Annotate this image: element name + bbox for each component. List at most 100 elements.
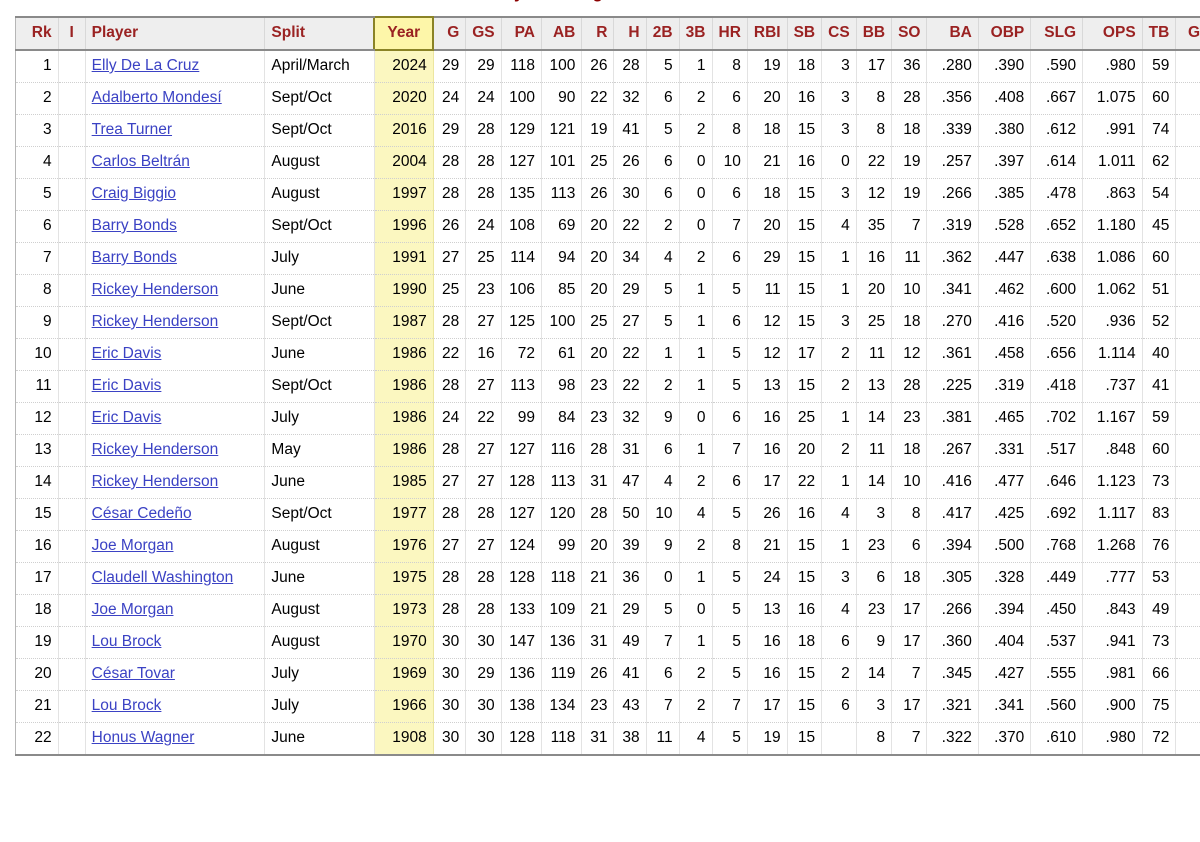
- column-header-sb[interactable]: SB: [787, 16, 823, 51]
- column-header-tb[interactable]: TB: [1142, 16, 1177, 51]
- player-link[interactable]: Rickey Henderson: [92, 473, 219, 490]
- player-link[interactable]: César Cedeño: [92, 505, 192, 522]
- cell-year: 1966: [373, 690, 434, 723]
- player-link[interactable]: Carlos Beltrán: [92, 153, 190, 170]
- column-header-split[interactable]: Split: [264, 16, 375, 51]
- column-header-2b[interactable]: 2B: [646, 16, 680, 51]
- cell-ops: 1.268: [1082, 530, 1143, 563]
- cell-rbi: 20: [747, 210, 788, 243]
- cell-tb: 73: [1142, 466, 1177, 499]
- player-link[interactable]: Barry Bonds: [92, 249, 177, 266]
- cell-tb: 60: [1142, 434, 1177, 467]
- player-link[interactable]: Eric Davis: [92, 409, 162, 426]
- cell-clipped: [1175, 722, 1200, 756]
- player-link[interactable]: Rickey Henderson: [92, 281, 219, 298]
- player-link[interactable]: Eric Davis: [92, 345, 162, 362]
- column-header-ba[interactable]: BA: [926, 16, 979, 51]
- player-link[interactable]: Honus Wagner: [92, 729, 195, 746]
- column-header-3b[interactable]: 3B: [679, 16, 713, 51]
- column-header-cs[interactable]: CS: [821, 16, 857, 51]
- column-header-bb[interactable]: BB: [856, 16, 893, 51]
- cell-sb: 18: [787, 626, 823, 659]
- cell-clipped: [1175, 434, 1200, 467]
- cell-h: 27: [613, 306, 647, 339]
- cell-2b: 2: [646, 210, 680, 243]
- player-link[interactable]: Barry Bonds: [92, 217, 177, 234]
- cell-hr: 7: [712, 210, 748, 243]
- cell-obp: .416: [978, 306, 1032, 339]
- cell-3b: 1: [679, 434, 713, 467]
- column-header-obp[interactable]: OBP: [978, 16, 1032, 51]
- column-header-i[interactable]: I: [58, 16, 86, 51]
- cell-ops: .980: [1082, 722, 1143, 756]
- cell-ab: 113: [541, 466, 583, 499]
- player-cell: César Cedeño: [85, 498, 266, 531]
- cell-slg: .667: [1030, 82, 1084, 115]
- cell-gs: 25: [465, 242, 502, 275]
- column-header-year[interactable]: Year: [373, 16, 435, 51]
- cell-tb: 49: [1142, 594, 1177, 627]
- cell-cs: [821, 722, 857, 756]
- column-header-pa[interactable]: PA: [501, 16, 543, 51]
- cell-slg: .610: [1030, 722, 1084, 756]
- column-header-clipped[interactable]: G: [1175, 16, 1200, 51]
- player-link[interactable]: Lou Brock: [92, 633, 162, 650]
- cell-i: [58, 722, 86, 756]
- cell-gs: 23: [465, 274, 502, 307]
- cell-sb: 15: [787, 114, 823, 147]
- player-link[interactable]: Claudell Washington: [92, 569, 234, 586]
- cell-ops: .900: [1082, 690, 1143, 723]
- cell-rbi: 11: [747, 274, 788, 307]
- column-header-slg[interactable]: SLG: [1030, 16, 1084, 51]
- column-header-ops[interactable]: OPS: [1082, 16, 1143, 51]
- cell-so: 10: [891, 466, 928, 499]
- table-row: 21 Lou Brock July 1966 30 30 138 134 23 43 7 2 7 17 15…: [15, 690, 1200, 723]
- column-header-gs[interactable]: GS: [465, 16, 502, 51]
- cell-2b: 4: [646, 242, 680, 275]
- cell-hr: 5: [712, 370, 748, 403]
- cell-obp: .447: [978, 242, 1032, 275]
- player-link[interactable]: Joe Morgan: [92, 601, 174, 618]
- cell-slg: .646: [1030, 466, 1084, 499]
- column-header-g[interactable]: G: [433, 16, 467, 51]
- cell-gs: 30: [465, 626, 502, 659]
- cell-ops: .863: [1082, 178, 1143, 211]
- cell-ab: 120: [541, 498, 583, 531]
- player-link[interactable]: Eric Davis: [92, 377, 162, 394]
- cell-ab: 118: [541, 562, 583, 595]
- stats-table-scroll-container[interactable]: Rk I Player Split Year G GS PA AB R H 2B 3B HR RBI SB CS…: [15, 16, 1200, 756]
- cell-g: 24: [433, 402, 467, 435]
- column-header-hr[interactable]: HR: [712, 16, 748, 51]
- column-header-rbi[interactable]: RBI: [747, 16, 788, 51]
- player-link[interactable]: Elly De La Cruz: [92, 57, 200, 74]
- cell-cs: 4: [821, 594, 857, 627]
- column-header-r[interactable]: R: [581, 16, 615, 51]
- cell-tb: 74: [1142, 114, 1177, 147]
- cell-bb: 35: [856, 210, 893, 243]
- column-header-h[interactable]: H: [613, 16, 647, 51]
- column-header-player[interactable]: Player: [85, 16, 266, 51]
- cell-pa: 128: [501, 562, 543, 595]
- player-link[interactable]: Adalberto Mondesí: [92, 89, 222, 106]
- cell-gs: 28: [465, 562, 502, 595]
- cell-hr: 5: [712, 594, 748, 627]
- cell-i: [58, 306, 86, 339]
- cell-bb: 8: [856, 722, 893, 756]
- player-link[interactable]: Joe Morgan: [92, 537, 174, 554]
- cell-clipped: [1175, 338, 1200, 371]
- table-row: 17 Claudell Washington June 1975 28 28 128 118 2…: [15, 562, 1200, 595]
- player-link[interactable]: Rickey Henderson: [92, 313, 219, 330]
- player-link[interactable]: Trea Turner: [92, 121, 172, 138]
- cell-bb: 11: [856, 338, 893, 371]
- column-header-so[interactable]: SO: [891, 16, 928, 51]
- column-header-rk[interactable]: Rk: [15, 16, 59, 51]
- column-header-ab[interactable]: AB: [541, 16, 583, 51]
- player-link[interactable]: Rickey Henderson: [92, 441, 219, 458]
- cell-cs: 2: [821, 370, 857, 403]
- player-cell: Adalberto Mondesí: [85, 82, 266, 115]
- player-link[interactable]: César Tovar: [92, 665, 175, 682]
- cell-i: [58, 50, 86, 83]
- cell-obp: .408: [978, 82, 1032, 115]
- player-link[interactable]: Craig Biggio: [92, 185, 176, 202]
- player-link[interactable]: Lou Brock: [92, 697, 162, 714]
